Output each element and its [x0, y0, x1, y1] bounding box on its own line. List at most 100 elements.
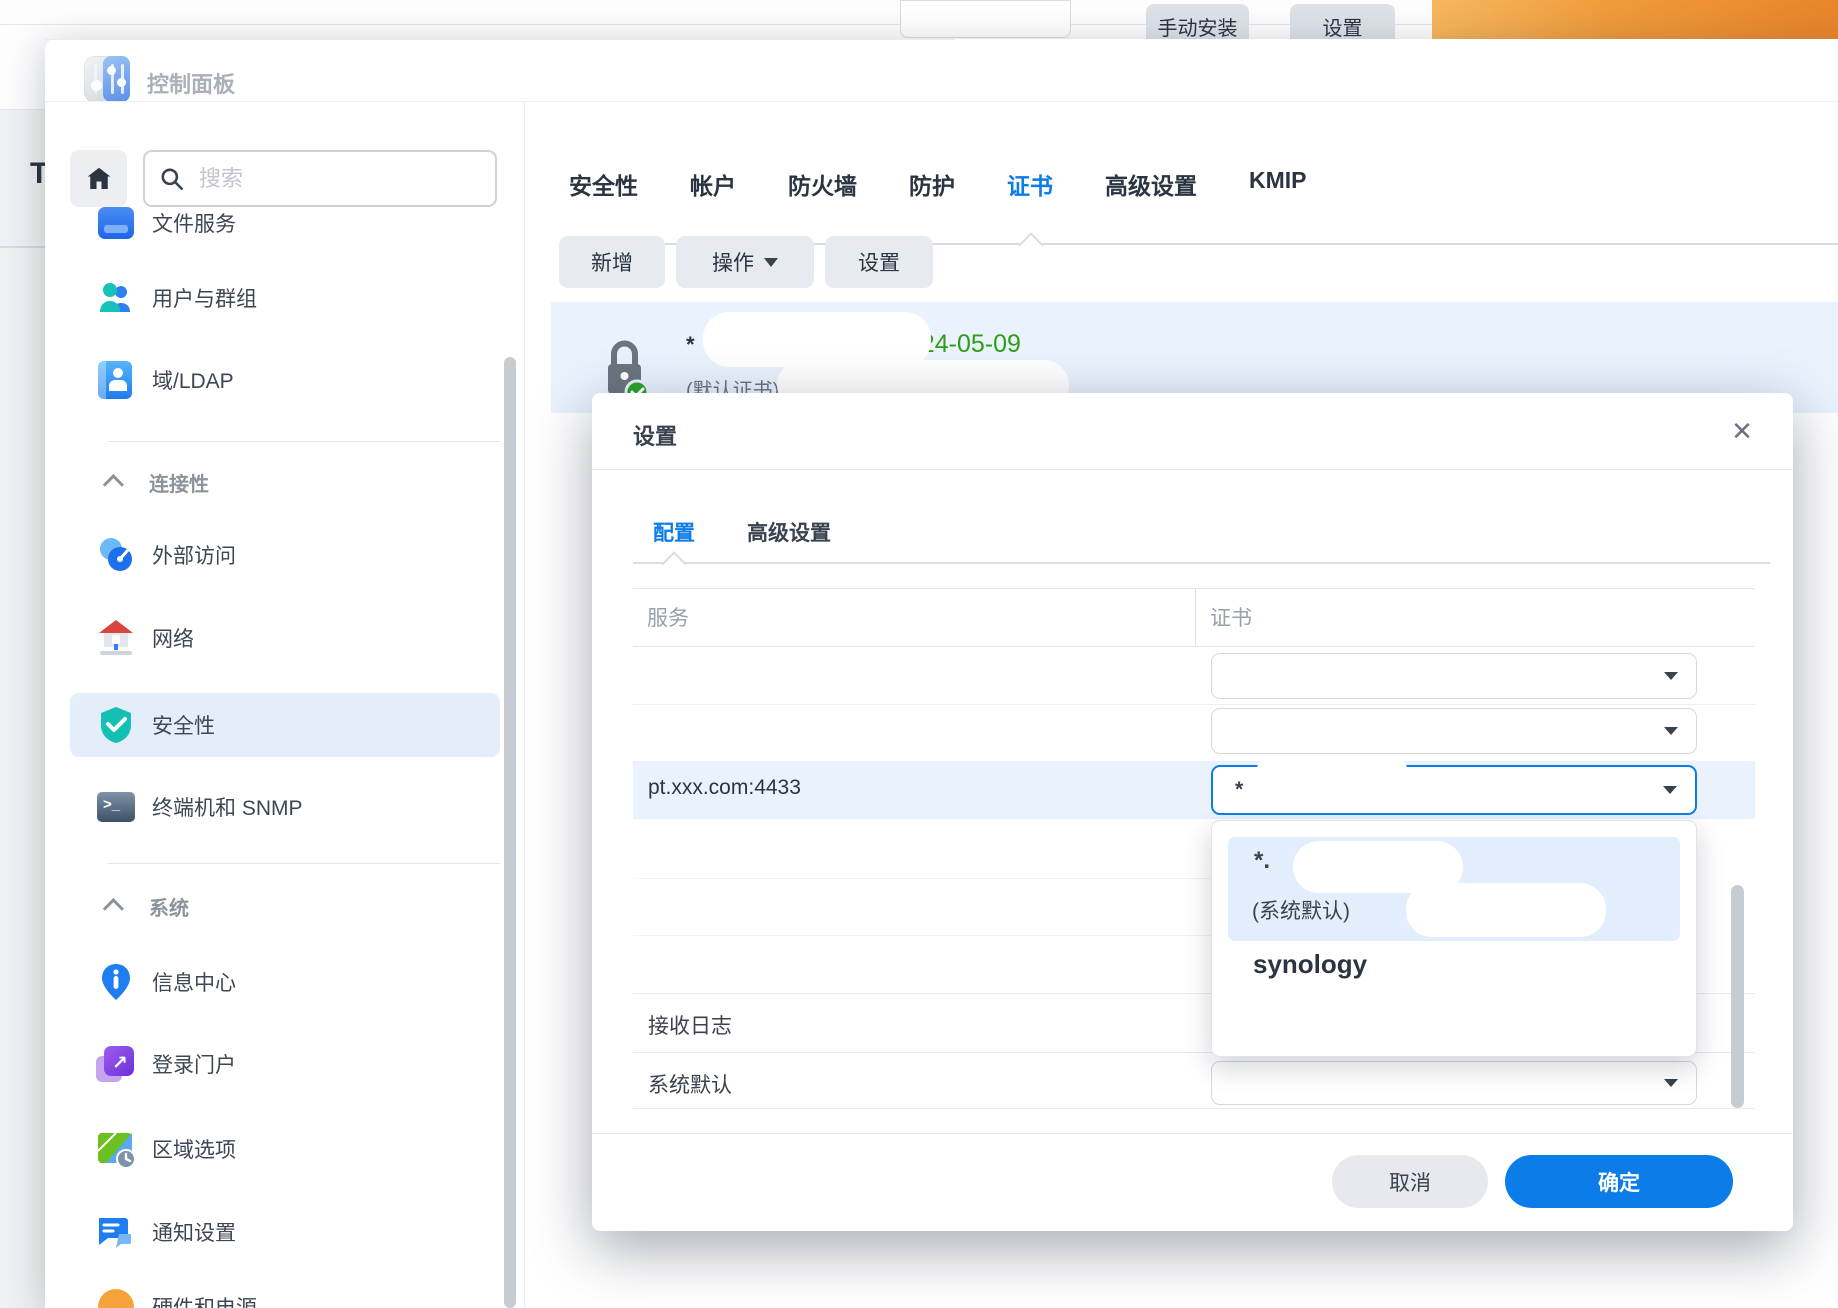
sidebar-item-label: 域/LDAP — [152, 365, 234, 395]
row-receive-logs: 接收日志 — [648, 1010, 732, 1040]
dialog-active-tab-notch — [661, 551, 686, 576]
sidebar-section-connectivity[interactable]: 连接性 — [108, 465, 488, 499]
tab-certificate[interactable]: 证书 — [1007, 167, 1053, 201]
sidebar-item-security[interactable]: 安全性 — [70, 693, 500, 757]
active-tab-notch — [1018, 232, 1043, 257]
bg-partial-panel — [900, 0, 1071, 38]
dialog-title: 设置 — [633, 419, 677, 451]
sidebar-item-label: 硬件和电源 — [152, 1292, 257, 1308]
info-center-icon — [96, 962, 136, 1002]
cancel-button[interactable]: 取消 — [1332, 1155, 1488, 1208]
sidebar-item-notification[interactable]: 通知设置 — [70, 1200, 500, 1264]
add-button[interactable]: 新增 — [559, 236, 665, 288]
sidebar-item-label: 区域选项 — [152, 1134, 236, 1164]
sidebar-divider — [524, 101, 525, 1308]
sidebar-item-label: 安全性 — [152, 710, 215, 740]
main-tab-bar: 安全性 帐户 防火墙 防护 证书 高级设置 KMIP — [569, 167, 1307, 201]
actions-dropdown-button[interactable]: 操作 — [676, 236, 814, 288]
home-icon — [84, 164, 114, 194]
settings-dialog: 设置 ✕ 配置 高级设置 服务 证书 pt.xxx.com:4433 * — [592, 393, 1793, 1231]
sidebar-scrollbar[interactable] — [504, 357, 516, 1308]
close-icon[interactable]: ✕ — [1722, 411, 1762, 451]
cancel-label: 取消 — [1389, 1167, 1431, 1197]
sidebar-item-external-access[interactable]: 外部访问 — [70, 523, 500, 587]
users-groups-icon — [96, 278, 136, 318]
sidebar-section-system[interactable]: 系统 — [108, 889, 488, 923]
ok-label: 确定 — [1598, 1167, 1640, 1197]
caret-down-icon — [1664, 672, 1678, 680]
security-shield-icon — [96, 705, 136, 745]
search-box[interactable] — [143, 150, 497, 207]
control-panel-icon — [84, 56, 130, 102]
dialog-tab-underline — [633, 562, 1770, 564]
sidebar-item-label: 终端机和 SNMP — [152, 792, 303, 822]
certificate-select-open[interactable]: * — [1211, 765, 1697, 815]
tab-advanced[interactable]: 高级设置 — [1105, 167, 1197, 201]
caret-down-icon — [764, 258, 778, 267]
home-button[interactable] — [70, 150, 127, 207]
certificate-select-row2[interactable] — [1211, 708, 1697, 754]
sidebar-item-label: 外部访问 — [152, 540, 236, 570]
sidebar-item-network[interactable]: 网络 — [70, 606, 500, 670]
selected-certificate-value: * — [1235, 778, 1243, 802]
network-icon — [96, 618, 136, 658]
column-header-certificate: 证书 — [1210, 602, 1252, 632]
section-label: 系统 — [149, 892, 189, 921]
settings-label: 设置 — [858, 247, 900, 277]
sidebar-section-divider — [108, 441, 500, 442]
chevron-up-icon — [103, 474, 124, 495]
sidebar-item-label: 登录门户 — [152, 1049, 236, 1079]
redaction-blob — [1257, 759, 1407, 781]
domain-ldap-icon — [96, 360, 136, 400]
ok-button[interactable]: 确定 — [1505, 1155, 1733, 1208]
sidebar-item-login-portal[interactable]: ↗ 登录门户 — [70, 1032, 500, 1096]
dialog-tab-advanced[interactable]: 高级设置 — [747, 517, 831, 547]
dropdown-option-synology[interactable]: synology — [1253, 949, 1367, 980]
dialog-tab-config[interactable]: 配置 — [653, 517, 695, 547]
sidebar-item-info-center[interactable]: 信息中心 — [70, 950, 500, 1014]
sidebar-item-domain-ldap[interactable]: 域/LDAP — [70, 348, 500, 412]
row-system-default: 系统默认 — [648, 1069, 732, 1099]
regional-options-icon — [96, 1129, 136, 1169]
sidebar-item-label: 信息中心 — [152, 967, 236, 997]
settings-button[interactable]: 设置 — [825, 236, 933, 288]
sidebar-item-label: 文件服务 — [152, 208, 236, 238]
tab-firewall[interactable]: 防火墙 — [788, 167, 857, 201]
search-icon — [159, 166, 185, 192]
column-divider — [1195, 588, 1196, 646]
certificate-select-row1[interactable] — [1211, 653, 1697, 699]
search-input[interactable] — [197, 165, 451, 193]
sidebar-item-label: 网络 — [152, 623, 194, 653]
redaction-blob — [703, 312, 931, 367]
service-name: pt.xxx.com:4433 — [648, 776, 801, 800]
tab-protection[interactable]: 防护 — [909, 167, 955, 201]
tab-kmip[interactable]: KMIP — [1249, 167, 1307, 201]
sidebar-item-users-groups[interactable]: 用户与群组 — [70, 266, 500, 330]
notification-icon — [96, 1212, 136, 1252]
tab-account[interactable]: 帐户 — [690, 167, 736, 201]
external-access-icon — [96, 535, 136, 575]
dropdown-option-selected[interactable]: *. (系统默认) — [1228, 837, 1680, 941]
actions-label: 操作 — [712, 247, 754, 277]
option-wildcard-label: *. — [1254, 847, 1270, 875]
bg-settings-label: 设置 — [1323, 12, 1363, 41]
sidebar-item-terminal-snmp[interactable]: >_ 终端机和 SNMP — [70, 775, 500, 839]
add-label: 新增 — [591, 247, 633, 277]
sidebar: 文件服务 用户与群组 — [45, 207, 509, 1308]
login-portal-icon: ↗ — [96, 1044, 136, 1084]
sidebar-item-regional-options[interactable]: 区域选项 — [70, 1117, 500, 1181]
hardware-power-icon — [96, 1287, 136, 1308]
section-label: 连接性 — [149, 468, 209, 497]
tab-security[interactable]: 安全性 — [569, 167, 638, 201]
dialog-scrollbar[interactable] — [1731, 885, 1744, 1108]
option-system-default-label: (系统默认) — [1252, 895, 1350, 925]
column-header-service: 服务 — [647, 602, 689, 632]
window-title: 控制面板 — [147, 67, 235, 99]
sidebar-section-divider — [108, 863, 500, 864]
chevron-up-icon — [103, 898, 124, 919]
caret-down-icon — [1664, 727, 1678, 735]
certificate-dropdown-panel: *. (系统默认) synology — [1211, 820, 1697, 1057]
sidebar-item-file-services[interactable]: 文件服务 — [70, 207, 500, 255]
sidebar-item-hardware-power[interactable]: 硬件和电源 — [70, 1275, 500, 1308]
certificate-select-sysdefault[interactable] — [1211, 1061, 1697, 1105]
